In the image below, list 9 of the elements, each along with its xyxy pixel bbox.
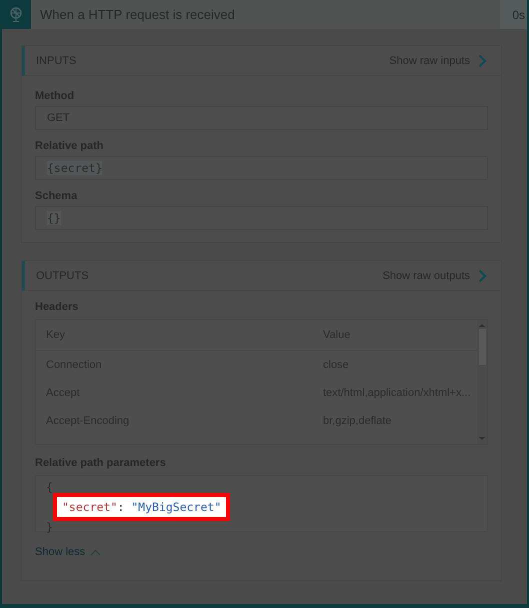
scrollbar[interactable] [477, 320, 487, 444]
globe-icon [8, 6, 24, 23]
chevron-right-icon [478, 268, 487, 282]
show-less-link[interactable]: Show less [35, 546, 102, 558]
code-line: } [46, 520, 53, 534]
code-line: { [46, 480, 53, 494]
chevron-right-icon [478, 54, 487, 68]
code-field: {} [35, 206, 488, 230]
chevron-up-icon [90, 548, 102, 556]
